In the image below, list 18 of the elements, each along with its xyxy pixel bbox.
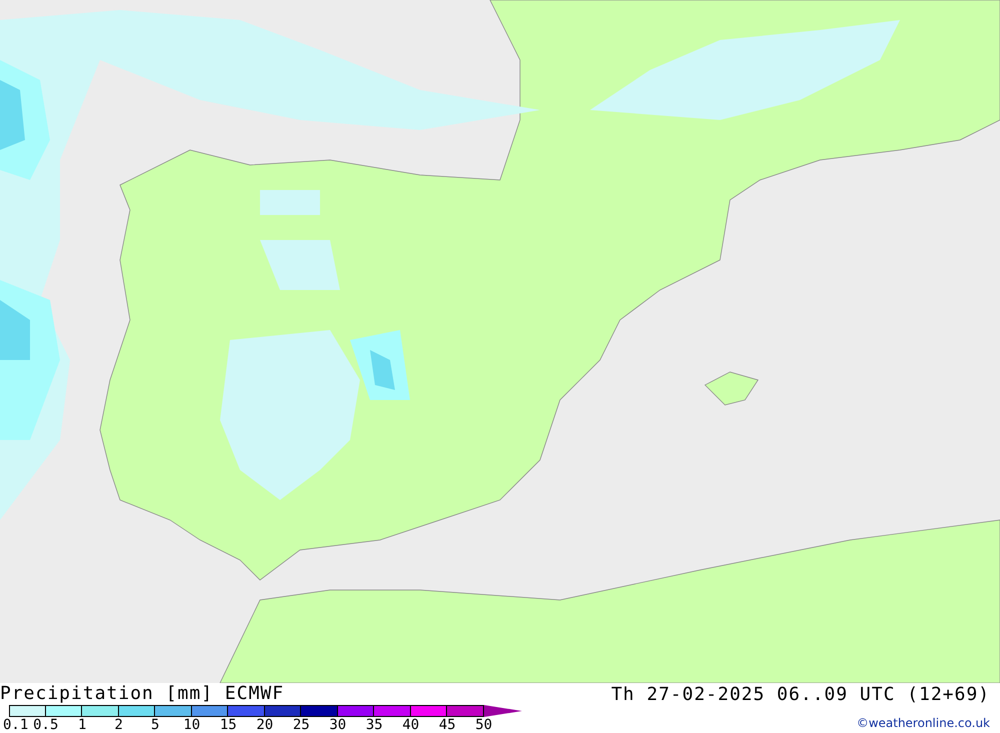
credit-link[interactable]: ©weatheronline.co.uk (856, 715, 990, 731)
legend-title: Precipitation [mm] ECMWF (0, 683, 286, 705)
scale-label: 25 (292, 717, 311, 733)
scale-label: 15 (218, 717, 238, 733)
scale-label: 35 (364, 717, 384, 733)
scale-label: 20 (255, 717, 274, 733)
scale-label: 0.1 (2, 717, 28, 733)
scale-label: 45 (438, 717, 457, 733)
scale-label: 0.5 (32, 717, 60, 733)
scale-label: 30 (328, 717, 348, 733)
scale-label: 10 (182, 717, 202, 733)
scale-label: 50 (474, 717, 494, 733)
scale-label: 1 (77, 717, 88, 733)
valid-time: Th 27-02-2025 06..09 UTC (12+69) (611, 683, 990, 707)
scale-label: 2 (114, 717, 124, 733)
scale-arrow-icon (484, 705, 522, 717)
scale-label: 40 (401, 717, 420, 733)
scale-label: 5 (150, 717, 160, 733)
